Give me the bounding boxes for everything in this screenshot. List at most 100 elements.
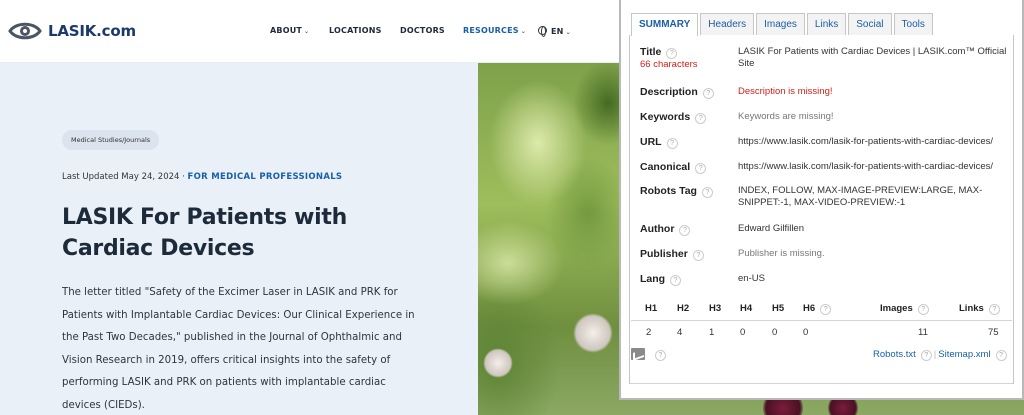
tab-social[interactable]: Social <box>848 13 892 35</box>
chevron-down-icon: ⌄ <box>520 28 526 35</box>
description-value: Description is missing! <box>738 86 833 97</box>
links-count: 75 <box>988 327 999 338</box>
article-meta: Last Updated May 24, 2024 · FOR MEDICAL … <box>62 172 342 182</box>
author-label-text: Author <box>640 223 675 235</box>
tab-images[interactable]: Images <box>756 13 805 35</box>
tab-headers[interactable]: Headers <box>700 13 755 35</box>
help-icon[interactable]: ? <box>995 350 1007 361</box>
site-logo[interactable]: LASIK.com <box>8 20 136 42</box>
author-value: Edward Gilfillen <box>738 223 804 234</box>
description-label-text: Description <box>640 86 698 98</box>
title-label-text: Title <box>640 46 662 58</box>
links-header-text: Links <box>959 303 984 314</box>
images-header: Images? <box>880 303 929 315</box>
divider <box>631 320 1012 321</box>
description-label: Description? <box>640 86 714 99</box>
robots-txt-link[interactable]: Robots.txt <box>873 349 916 360</box>
tab-summary[interactable]: SUMMARY <box>631 13 699 36</box>
help-icon[interactable]: ? <box>666 48 678 59</box>
author-label: Author? <box>640 223 691 236</box>
help-icon[interactable]: ? <box>701 187 713 198</box>
publisher-label: Publisher? <box>640 248 704 261</box>
canonical-value[interactable]: https://www.lasik.com/lasik-for-patients… <box>738 161 1008 173</box>
url-label: URL? <box>640 136 678 149</box>
title-char-count: 66 characters <box>640 59 698 70</box>
help-icon[interactable]: ? <box>920 350 932 361</box>
chart-icon[interactable] <box>631 348 645 360</box>
h1-count: 2 <box>646 327 652 338</box>
nav-locations-label: LOCATIONS <box>329 26 382 35</box>
help-icon[interactable]: ? <box>820 304 832 315</box>
title-label: Title? <box>640 46 678 59</box>
help-icon[interactable]: ? <box>670 275 682 286</box>
globe-icon <box>538 26 547 37</box>
url-value[interactable]: https://www.lasik.com/lasik-for-patients… <box>738 136 1008 148</box>
help-icon[interactable]: ? <box>917 304 929 315</box>
help-icon[interactable]: ? <box>695 163 707 174</box>
keywords-value: Keywords are missing! <box>738 111 834 122</box>
h1-header: H1 <box>645 303 658 314</box>
h4-header: H4 <box>740 303 753 314</box>
tab-links[interactable]: Links <box>806 13 847 35</box>
h2-count: 4 <box>677 327 683 338</box>
help-icon[interactable]: ? <box>679 225 691 236</box>
article-hero: Medical Studies/Journals Last Updated Ma… <box>0 63 478 415</box>
nav-resources[interactable]: RESOURCES ⌄ <box>463 26 526 35</box>
canonical-label: Canonical? <box>640 161 707 174</box>
seo-extension-panel: SUMMARY Headers Images Links Social Tool… <box>619 0 1024 400</box>
nav-doctors-label: DOCTORS <box>400 26 445 35</box>
title-value: LASIK For Patients with Cardiac Devices … <box>738 46 1007 69</box>
publisher-label-text: Publisher <box>640 248 688 260</box>
robots-value: INDEX, FOLLOW, MAX-IMAGE-PREVIEW:LARGE, … <box>738 185 983 208</box>
divider <box>631 383 1012 384</box>
nav-resources-label: RESOURCES <box>463 26 519 35</box>
lang-value: en-US <box>738 273 765 284</box>
publisher-value: Publisher is missing. <box>738 248 825 259</box>
h2-header: H2 <box>677 303 690 314</box>
nav-doctors[interactable]: DOCTORS <box>400 26 445 35</box>
tab-tools[interactable]: Tools <box>893 13 933 35</box>
category-tag[interactable]: Medical Studies/Journals <box>62 130 160 150</box>
chevron-down-icon: ⌄ <box>565 29 571 36</box>
site-header: LASIK.com ABOUT ⌄ LOCATIONS DOCTORS RESOU… <box>0 0 620 63</box>
help-icon[interactable]: ? <box>988 304 1000 315</box>
summary-content: Title? 66 characters LASIK For Patients … <box>629 35 1014 384</box>
logo-text: LASIK.com <box>48 22 136 40</box>
images-count: 11 <box>918 327 928 338</box>
canonical-label-text: Canonical <box>640 161 691 173</box>
keywords-label-text: Keywords <box>640 111 691 123</box>
lang-label-text: Lang <box>640 273 666 285</box>
help-icon[interactable]: ? <box>695 113 707 124</box>
help-icon[interactable]: ? <box>702 88 714 99</box>
lang-label: Lang? <box>640 273 682 286</box>
robots-label-text: Robots Tag <box>640 185 697 197</box>
images-header-text: Images <box>880 303 913 314</box>
separator: | <box>933 349 937 360</box>
language-selector[interactable]: EN ⌄ <box>538 26 571 37</box>
keywords-label: Keywords? <box>640 111 707 124</box>
article-intro: The letter titled "Safety of the Excimer… <box>62 287 415 411</box>
help-icon[interactable]: ? <box>692 250 704 261</box>
sitemap-xml-link[interactable]: Sitemap.xml <box>938 349 990 360</box>
h5-count: 0 <box>772 327 778 338</box>
eye-logo-icon <box>8 22 42 40</box>
h6-count: 0 <box>803 327 809 338</box>
h4-count: 0 <box>740 327 746 338</box>
help-icon[interactable]: ? <box>666 138 678 149</box>
article-title: LASIK For Patients with Cardiac Devices <box>62 205 347 261</box>
h5-header: H5 <box>772 303 785 314</box>
links-header: Links? <box>959 303 1000 315</box>
robots-sitemap-links: Robots.txt? | Sitemap.xml? <box>873 349 1007 361</box>
h3-header: H3 <box>709 303 722 314</box>
nav-about[interactable]: ABOUT ⌄ <box>270 26 309 35</box>
nav-about-label: ABOUT <box>270 26 303 35</box>
help-icon[interactable]: ? <box>655 350 666 361</box>
audience-link[interactable]: FOR MEDICAL PROFESSIONALS <box>188 172 343 182</box>
nav-locations[interactable]: LOCATIONS <box>329 26 382 35</box>
panel-tabs: SUMMARY Headers Images Links Social Tool… <box>631 13 935 36</box>
chevron-down-icon: ⌄ <box>304 28 310 35</box>
language-label: EN <box>551 27 564 36</box>
url-label-text: URL <box>640 136 662 148</box>
h6-header-text: H6 <box>803 303 816 314</box>
robots-label: Robots Tag? <box>640 185 713 198</box>
